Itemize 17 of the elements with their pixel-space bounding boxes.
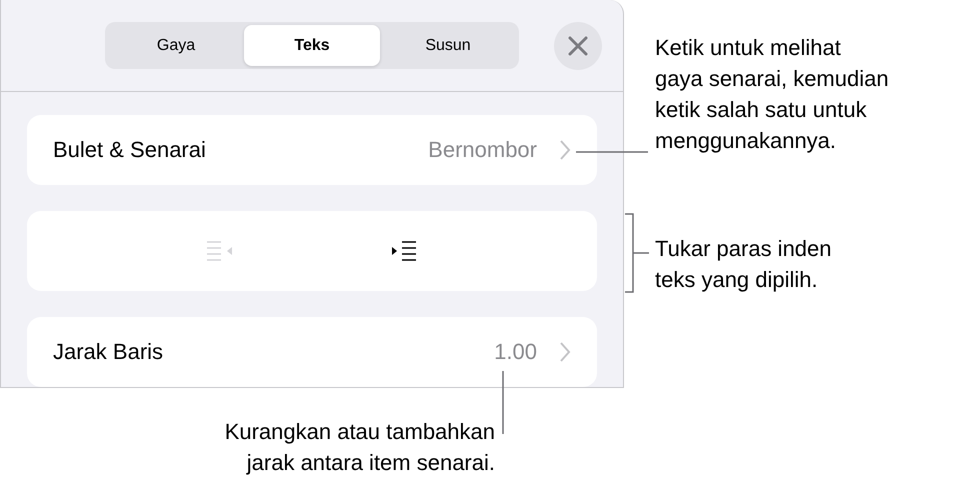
callout-text: Ketik untuk melihat gaya senarai, kemudian ketik salah satu untuk menggunakannya. xyxy=(655,34,889,155)
callout-text: Tukar paras inden teks yang dipilih. xyxy=(655,235,832,294)
row-value: 1.00 xyxy=(494,339,537,365)
close-button[interactable] xyxy=(554,22,602,70)
chevron-icon xyxy=(559,139,571,161)
segment-tab[interactable]: Teks xyxy=(244,25,380,66)
segment-tab[interactable]: Susun xyxy=(380,25,516,66)
row-label: Bulet & Senarai xyxy=(53,137,207,163)
callout-text: Kurangkan atau tambahkan jarak antara item senarai. xyxy=(224,418,495,477)
close-icon xyxy=(568,36,588,56)
settings-row[interactable]: Bulet & Senarai Bernombor xyxy=(27,115,597,185)
row-label: Jarak Baris xyxy=(53,339,164,365)
outdent-icon xyxy=(204,238,234,264)
row-value: Bernombor xyxy=(428,137,537,163)
settings-row[interactable]: Jarak Baris 1.00 xyxy=(27,317,597,387)
chevron-icon xyxy=(559,341,571,363)
segment-tab[interactable]: Gaya xyxy=(108,25,244,66)
